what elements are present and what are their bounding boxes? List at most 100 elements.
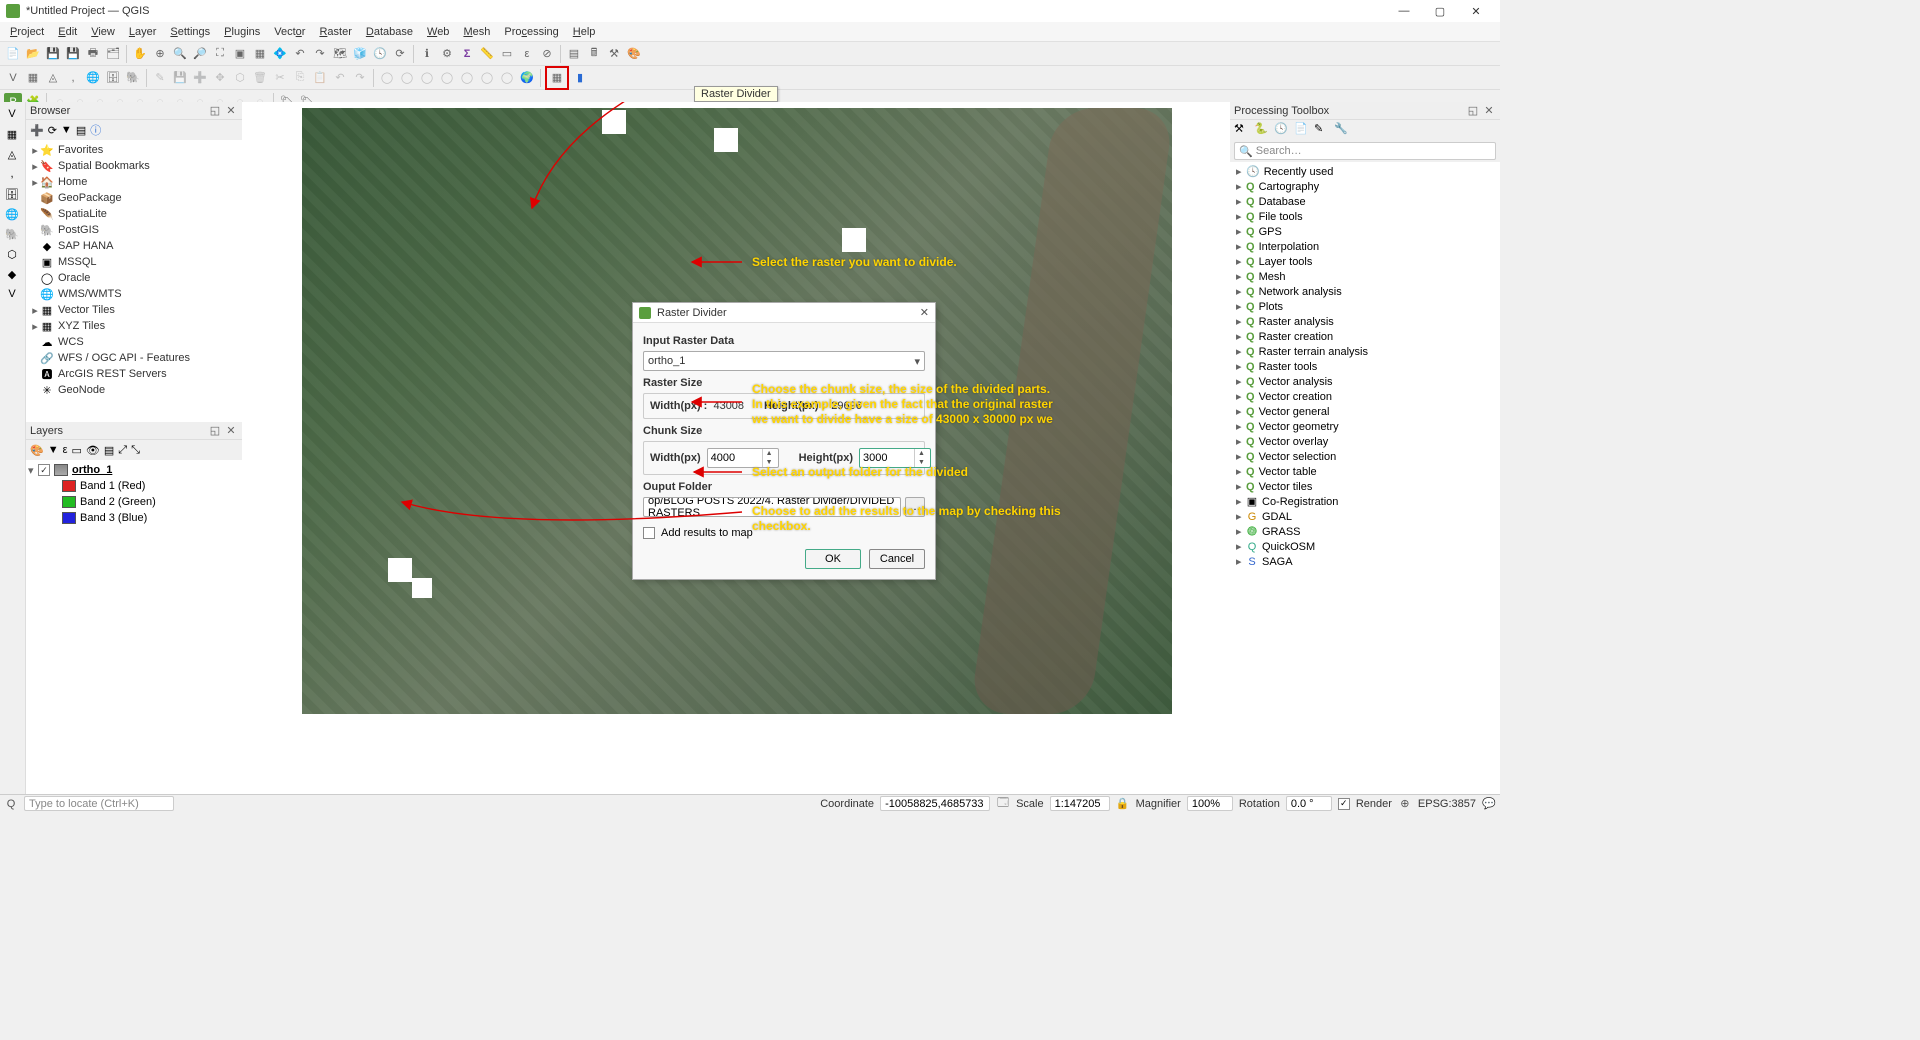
tool-g-icon[interactable]: ◯ (498, 69, 516, 87)
processing-group[interactable]: ▸QRaster creation (1230, 329, 1500, 344)
zoom-selection-icon[interactable]: ▣ (231, 45, 249, 63)
processing-group[interactable]: ▸𖣐GRASS (1230, 524, 1500, 539)
vbtn-3[interactable]: ◬ (2, 146, 22, 162)
layer-checkbox[interactable] (38, 464, 50, 476)
processing-close-icon[interactable]: ✕ (1482, 104, 1496, 118)
tool-c-icon[interactable]: ◯ (418, 69, 436, 87)
browser-refresh-icon[interactable]: ⟳ (48, 124, 57, 137)
new-3d-view-icon[interactable]: 🧊 (351, 45, 369, 63)
menu-layer[interactable]: Layer (123, 24, 163, 40)
messages-icon[interactable]: 💬 (1482, 797, 1496, 811)
open-project-icon[interactable]: 📂 (24, 45, 42, 63)
copy-icon[interactable]: ⎘ (291, 69, 309, 87)
new-map-view-icon[interactable]: 🗺 (331, 45, 349, 63)
menu-view[interactable]: View (85, 24, 121, 40)
browser-collapse-icon[interactable]: ▤ (76, 124, 86, 137)
processing-group[interactable]: ▸QVector table (1230, 464, 1500, 479)
menu-plugins[interactable]: Plugins (218, 24, 266, 40)
layers-tree[interactable]: ▾ ortho_1 Band 1 (Red)Band 2 (Green)Band… (26, 460, 242, 794)
globe-icon[interactable]: 🌍 (518, 69, 536, 87)
layers-collapse-icon[interactable]: ⤡ (131, 444, 140, 457)
select-icon[interactable]: ▭ (498, 45, 516, 63)
layout-icon[interactable]: 🖶 (84, 45, 102, 63)
dialog-header[interactable]: Raster Divider ✕ (633, 303, 935, 323)
actions-icon[interactable]: ⚙ (438, 45, 456, 63)
layers-close-icon[interactable]: ✕ (224, 424, 238, 438)
vbtn-5[interactable]: 🗄 (2, 186, 22, 202)
browser-item-home[interactable]: ▸🏠Home (26, 174, 242, 190)
browser-item-oracle[interactable]: ◯Oracle (26, 270, 242, 286)
browser-item-mssql[interactable]: ▣MSSQL (26, 254, 242, 270)
menu-project[interactable]: Project (4, 24, 50, 40)
node-tool-icon[interactable]: ⬡ (231, 69, 249, 87)
browser-undock-icon[interactable]: ◱ (208, 104, 222, 118)
stats-icon[interactable]: Σ (458, 45, 476, 63)
layer-band[interactable]: Band 2 (Green) (26, 494, 242, 510)
zoom-layer-icon[interactable]: ▦ (251, 45, 269, 63)
output-folder-field[interactable]: op/BLOG POSTS 2022/4. Raster Divider/DIV… (643, 497, 901, 517)
processing-group[interactable]: ▸QQuickOSM (1230, 539, 1500, 554)
plugin-blue-icon[interactable]: ▮ (571, 69, 589, 87)
lock-icon[interactable]: 🔒 (1116, 797, 1130, 811)
rotation-value[interactable]: 0.0 ° (1286, 796, 1332, 811)
vbtn-2[interactable]: ▦ (2, 126, 22, 142)
menu-web[interactable]: Web (421, 24, 455, 40)
browser-item-xyz[interactable]: ▸▦XYZ Tiles (26, 318, 242, 334)
processing-group[interactable]: ▸QNetwork analysis (1230, 284, 1500, 299)
save-as-icon[interactable]: 💾 (64, 45, 82, 63)
close-button[interactable]: ✕ (1458, 0, 1494, 22)
vbtn-1[interactable]: V (2, 106, 22, 122)
spin-down-icon[interactable]: ▼ (763, 458, 776, 467)
vbtn-9[interactable]: ◆ (2, 266, 22, 282)
layers-filter-icon[interactable]: ▼ (48, 444, 59, 456)
processing-group[interactable]: ▸🕓Recently used (1230, 164, 1500, 179)
history-icon[interactable]: 🕓 (1274, 122, 1290, 138)
zoom-out-icon[interactable]: 🔎 (191, 45, 209, 63)
model-icon[interactable]: ⚒ (1234, 122, 1250, 138)
zoom-native-icon[interactable]: 💠 (271, 45, 289, 63)
locate-input[interactable]: Type to locate (Ctrl+K) (24, 796, 174, 811)
zoom-last-icon[interactable]: ↶ (291, 45, 309, 63)
input-raster-combo[interactable]: ortho_1 ▾ (643, 351, 925, 371)
processing-group[interactable]: ▸GGDAL (1230, 509, 1500, 524)
browse-button[interactable]: … (905, 497, 925, 517)
coordinate-value[interactable]: -10058825,4685733 (880, 796, 990, 811)
browser-tree[interactable]: ▸⭐Favorites▸🔖Spatial Bookmarks▸🏠Home 📦Ge… (26, 140, 242, 422)
processing-group[interactable]: ▸QRaster tools (1230, 359, 1500, 374)
processing-group[interactable]: ▸▣Co-Registration (1230, 494, 1500, 509)
browser-item-wfs[interactable]: 🔗WFS / OGC API - Features (26, 350, 242, 366)
tool-d-icon[interactable]: ◯ (438, 69, 456, 87)
menu-mesh[interactable]: Mesh (457, 24, 496, 40)
layers-expr-icon[interactable]: ε (63, 444, 68, 456)
processing-group[interactable]: ▸QGPS (1230, 224, 1500, 239)
processing-undock-icon[interactable]: ◱ (1466, 104, 1480, 118)
vbtn-6[interactable]: 🌐 (2, 206, 22, 222)
pan-icon[interactable]: ✋ (131, 45, 149, 63)
temporal-icon[interactable]: 🕓 (371, 45, 389, 63)
zoom-full-icon[interactable]: ⛶ (211, 45, 229, 63)
layout-manager-icon[interactable]: 🗂 (104, 45, 122, 63)
tool-e-icon[interactable]: ◯ (458, 69, 476, 87)
add-feature-icon[interactable]: ➕ (191, 69, 209, 87)
layer-root[interactable]: ▾ ortho_1 (26, 462, 242, 478)
edit-pencil-icon[interactable]: ✎ (151, 69, 169, 87)
add-raster-icon[interactable]: ▦ (24, 69, 42, 87)
processing-group[interactable]: ▸QVector overlay (1230, 434, 1500, 449)
new-project-icon[interactable]: 📄 (4, 45, 22, 63)
menu-processing[interactable]: Processing (498, 24, 564, 40)
layer-band[interactable]: Band 3 (Blue) (26, 510, 242, 526)
chunk-height-field[interactable] (860, 452, 914, 464)
processing-group[interactable]: ▸QVector geometry (1230, 419, 1500, 434)
scale-value[interactable]: 1:147205 (1050, 796, 1110, 811)
deselect-icon[interactable]: ⊘ (538, 45, 556, 63)
processing-tree[interactable]: ▸🕓Recently used▸QCartography▸QDatabase▸Q… (1230, 162, 1500, 794)
layers-expand-icon[interactable]: ⤢ (118, 444, 127, 457)
browser-props-icon[interactable]: ⓘ (90, 122, 101, 138)
select-expr-icon[interactable]: ε (518, 45, 536, 63)
measure-icon[interactable]: 📏 (478, 45, 496, 63)
processing-group[interactable]: ▸QVector tiles (1230, 479, 1500, 494)
results-icon[interactable]: 📄 (1294, 122, 1310, 138)
map-canvas[interactable]: Raster Divider ✕ Input Raster Data ortho… (242, 102, 1230, 794)
processing-group[interactable]: ▸QCartography (1230, 179, 1500, 194)
add-csv-icon[interactable]: , (64, 69, 82, 87)
